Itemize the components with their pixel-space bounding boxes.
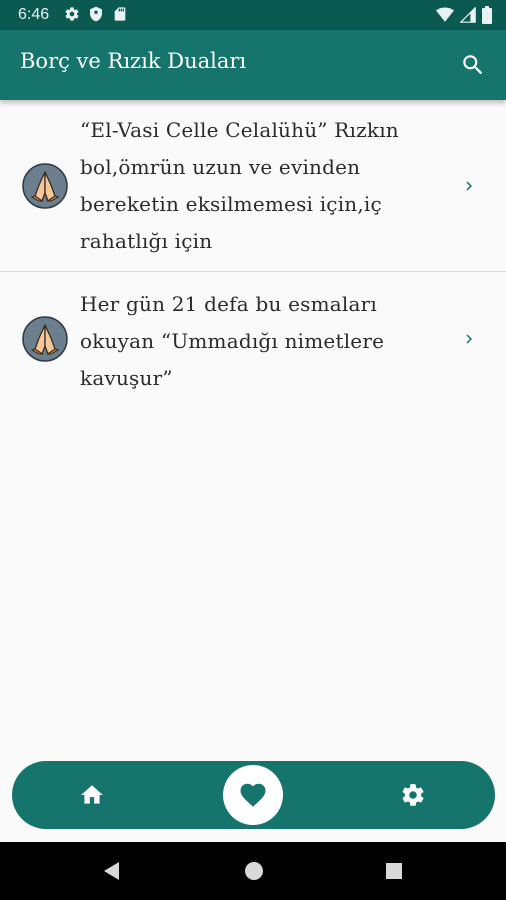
list-item-line: Her gün 21 defa bu esmaları [80,292,377,316]
battery-icon [482,6,492,24]
heart-icon [240,783,266,807]
wifi-icon [436,7,454,22]
list-item-text: “El-Vasi Celle Celalühü” Rızkın bol,ömrü… [80,112,446,260]
nav-settings-button[interactable] [396,778,430,812]
list-item-line: rahatlığı için [80,229,213,253]
home-icon [81,785,103,804]
search-icon [463,55,483,75]
list-item-line: okuyan “Ummadığı nimetlere [80,329,385,353]
system-nav-bar [0,842,506,900]
chevron-right-icon [466,334,472,344]
chevron-right-icon [466,181,472,190]
nav-home-button[interactable] [74,779,110,811]
praying-hands-icon [22,316,68,362]
status-time: 6:46 [18,6,50,23]
sd-card-icon [114,7,126,21]
list-item-text: Her gün 21 defa bu esmaları okuyan “Umma… [80,286,446,397]
status-bar: 6:46 [0,0,506,30]
praying-hands-icon [22,162,68,209]
shield-icon [90,6,102,22]
dua-list: “El-Vasi Celle Celalühü” Rızkın bol,ömrü… [0,100,506,406]
status-left-icons [64,6,128,22]
list-item-line: bol,ömrün uzun ve evinden [80,155,361,179]
search-button[interactable] [460,52,486,78]
list-item-line: kavuşur” [80,366,173,390]
list-item[interactable]: Her gün 21 defa bu esmaları okuyan “Umma… [0,272,506,406]
app-bar: Borç ve Rızık Duaları [0,30,506,100]
list-item-line: bereketin eksilmemesi için,iç [80,192,382,216]
status-right-icons [436,6,492,24]
back-triangle-icon[interactable] [100,859,124,883]
gear-icon [402,784,424,806]
page-title: Borç ve Rızık Duaları [20,49,247,73]
home-circle-icon[interactable] [242,859,266,883]
list-item-line: “El-Vasi Celle Celalühü” Rızkın [80,118,399,142]
list-item[interactable]: “El-Vasi Celle Celalühü” Rızkın bol,ömrü… [0,100,506,272]
gear-icon [65,7,79,21]
signal-icon [460,7,476,23]
bottom-nav [12,761,495,829]
nav-favorites-button[interactable] [223,765,283,825]
recents-square-icon[interactable] [382,859,406,883]
